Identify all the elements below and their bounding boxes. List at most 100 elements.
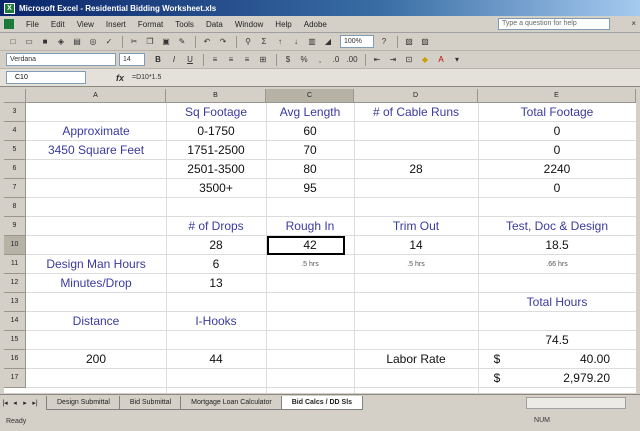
cell-c9[interactable]: Rough In	[266, 218, 354, 235]
column-header-c[interactable]: C	[266, 89, 354, 103]
decrease-decimal-icon[interactable]: .00	[345, 53, 359, 66]
column-header-a[interactable]: A	[26, 89, 166, 103]
cell-d9[interactable]: Trim Out	[354, 218, 478, 235]
open-icon[interactable]: ▭	[22, 35, 36, 48]
help-icon[interactable]: ?	[377, 35, 391, 48]
cell-e5[interactable]: 0	[478, 142, 636, 159]
cell-e10[interactable]: 18.5	[478, 237, 636, 254]
menu-file[interactable]: File	[20, 20, 45, 29]
row-header-13[interactable]: 13	[4, 293, 26, 312]
increase-indent-icon[interactable]: ⇥	[386, 53, 400, 66]
row-header-3[interactable]: 3	[4, 103, 26, 122]
pdf-email-icon[interactable]: ▨	[418, 35, 432, 48]
column-header-b[interactable]: B	[166, 89, 266, 103]
cell-b7[interactable]: 3500+	[166, 180, 266, 197]
sheet-tab[interactable]: Design Submittal	[46, 395, 121, 410]
row-header-11[interactable]: 11	[4, 255, 26, 274]
window-close-icon[interactable]: ×	[631, 19, 636, 28]
undo-icon[interactable]: ↶	[200, 35, 214, 48]
spelling-icon[interactable]: ✓	[102, 35, 116, 48]
cell-c6[interactable]: 80	[266, 161, 354, 178]
row-header-15[interactable]: 15	[4, 331, 26, 350]
first-sheet-icon[interactable]: |◂	[0, 399, 10, 407]
column-header-d[interactable]: D	[354, 89, 478, 103]
pdf-icon[interactable]: ▧	[402, 35, 416, 48]
autosum-icon[interactable]: Σ	[257, 35, 271, 48]
cell-b14[interactable]: I-Hooks	[166, 313, 266, 330]
cell-e17[interactable]: 2,979.20	[478, 370, 610, 387]
decrease-indent-icon[interactable]: ⇤	[370, 53, 384, 66]
font-size-select[interactable]: 14	[119, 53, 145, 66]
cell-b5[interactable]: 1751-2500	[166, 142, 266, 159]
next-sheet-icon[interactable]: ▸	[20, 399, 30, 407]
row-header-10[interactable]: 10	[4, 236, 26, 255]
cell-b6[interactable]: 2501-3500	[166, 161, 266, 178]
cell-c7[interactable]: 95	[266, 180, 354, 197]
menu-format[interactable]: Format	[132, 20, 169, 29]
cell-e7[interactable]: 0	[478, 180, 636, 197]
cell-a12[interactable]: Minutes/Drop	[26, 275, 166, 292]
menu-tools[interactable]: Tools	[169, 20, 200, 29]
cell-e4[interactable]: 0	[478, 123, 636, 140]
percent-icon[interactable]: %	[297, 53, 311, 66]
row-header-6[interactable]: 6	[4, 160, 26, 179]
menu-view[interactable]: View	[71, 20, 100, 29]
menu-help[interactable]: Help	[269, 20, 297, 29]
toolbar-options-icon[interactable]: ▾	[450, 53, 464, 66]
cell-e16[interactable]: 40.00	[478, 351, 610, 368]
row-header-8[interactable]: 8	[4, 198, 26, 217]
row-header-5[interactable]: 5	[4, 141, 26, 160]
cell-e9[interactable]: Test, Doc & Design	[478, 218, 636, 235]
underline-icon[interactable]: U	[183, 53, 197, 66]
row-header-12[interactable]: 12	[4, 274, 26, 293]
print-preview-icon[interactable]: ◎	[86, 35, 100, 48]
merge-center-icon[interactable]: ⊞	[256, 53, 270, 66]
menu-adobe[interactable]: Adobe	[298, 20, 333, 29]
cell-b4[interactable]: 0-1750	[166, 123, 266, 140]
italic-icon[interactable]: I	[167, 53, 181, 66]
cell-c3[interactable]: Avg Length	[266, 104, 354, 121]
cell-a4[interactable]: Approximate	[26, 123, 166, 140]
cell-e15[interactable]: 74.5	[478, 332, 636, 349]
align-right-icon[interactable]: ≡	[240, 53, 254, 66]
cell-a11[interactable]: Design Man Hours	[26, 256, 166, 273]
menu-window[interactable]: Window	[229, 20, 269, 29]
sort-ascending-icon[interactable]: ↑	[273, 35, 287, 48]
select-all-corner[interactable]	[4, 89, 26, 103]
fill-color-icon[interactable]: ◆	[418, 53, 432, 66]
bold-icon[interactable]: B	[151, 53, 165, 66]
formula-input[interactable]: =D10*1.5	[132, 74, 161, 81]
cell-d16[interactable]: Labor Rate	[354, 351, 478, 368]
cell-a14[interactable]: Distance	[26, 313, 166, 330]
sort-descending-icon[interactable]: ↓	[289, 35, 303, 48]
function-icon[interactable]: fx	[116, 73, 124, 83]
cell-a5[interactable]: 3450 Square Feet	[26, 142, 166, 159]
cell-c11[interactable]: .5 hrs	[266, 256, 354, 273]
zoom-select[interactable]: 100%	[340, 35, 374, 48]
cut-icon[interactable]: ✂	[127, 35, 141, 48]
cell-a16[interactable]: 200	[26, 351, 166, 368]
copy-icon[interactable]: ❐	[143, 35, 157, 48]
row-header-17[interactable]: 17	[4, 369, 26, 388]
name-box[interactable]: C10	[6, 71, 86, 84]
cell-d3[interactable]: # of Cable Runs	[354, 104, 478, 121]
menu-data[interactable]: Data	[200, 20, 229, 29]
cell-c4[interactable]: 60	[266, 123, 354, 140]
font-name-select[interactable]: Verdana	[6, 53, 116, 66]
paste-icon[interactable]: ▣	[159, 35, 173, 48]
row-header-4[interactable]: 4	[4, 122, 26, 141]
sheet-tab[interactable]: Mortgage Loan Calculator	[180, 395, 283, 410]
cell-b16[interactable]: 44	[166, 351, 266, 368]
cell-b11[interactable]: 6	[166, 256, 266, 273]
row-header-14[interactable]: 14	[4, 312, 26, 331]
borders-icon[interactable]: ⊡	[402, 53, 416, 66]
redo-icon[interactable]: ↷	[216, 35, 230, 48]
increase-decimal-icon[interactable]: .0	[329, 53, 343, 66]
format-painter-icon[interactable]: ✎	[175, 35, 189, 48]
last-sheet-icon[interactable]: ▸|	[30, 399, 40, 407]
cell-d10[interactable]: 14	[354, 237, 478, 254]
currency-icon[interactable]: $	[281, 53, 295, 66]
help-search-input[interactable]: Type a question for help	[498, 18, 610, 30]
permission-icon[interactable]: ◈	[54, 35, 68, 48]
row-header-9[interactable]: 9	[4, 217, 26, 236]
